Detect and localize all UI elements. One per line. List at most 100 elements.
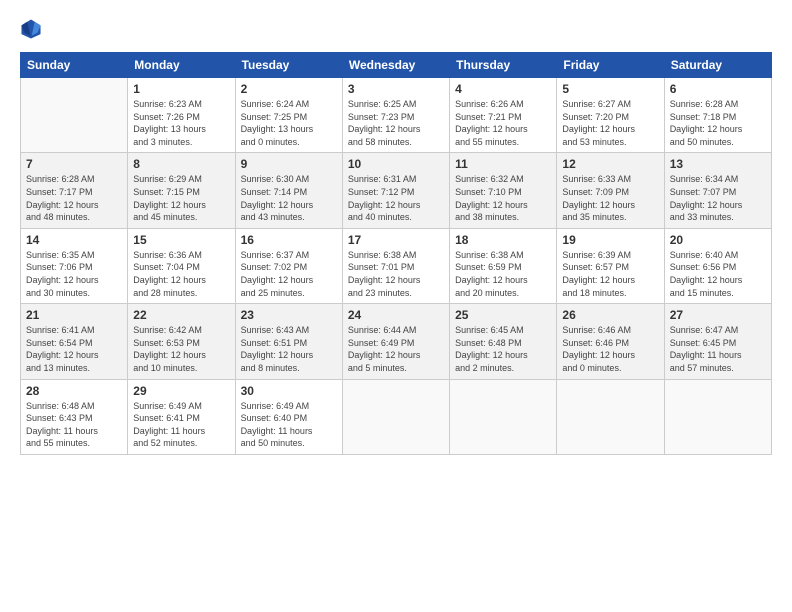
day-number: 20	[670, 233, 766, 247]
calendar-cell	[450, 379, 557, 454]
day-number: 4	[455, 82, 551, 96]
calendar-week-row: 1Sunrise: 6:23 AM Sunset: 7:26 PM Daylig…	[21, 78, 772, 153]
day-number: 2	[241, 82, 337, 96]
calendar-cell: 21 Sunrise: 6:41 AM Sunset: 6:54 PM Dayli…	[21, 304, 128, 379]
day-detail: Sunrise: 6:40 AM Sunset: 6:56 PM Dayligh…	[670, 249, 766, 299]
calendar-cell: 2 Sunrise: 6:24 AM Sunset: 7:25 PM Daylig…	[235, 78, 342, 153]
calendar-cell: 14 Sunrise: 6:35 AM Sunset: 7:06 PM Dayli…	[21, 228, 128, 303]
calendar-cell: 10 Sunrise: 6:31 AM Sunset: 7:12 PM Dayli…	[342, 153, 449, 228]
calendar-cell: 13 Sunrise: 6:34 AM Sunset: 7:07 PM Dayli…	[664, 153, 771, 228]
day-detail: Sunrise: 6:35 AM Sunset: 7:06 PM Dayligh…	[26, 249, 122, 299]
day-detail: Sunrise: 6:43 AM Sunset: 6:51 PM Dayligh…	[241, 324, 337, 374]
day-detail: Sunrise: 6:38 AM Sunset: 6:59 PM Dayligh…	[455, 249, 551, 299]
calendar-cell: 19 Sunrise: 6:39 AM Sunset: 6:57 PM Dayli…	[557, 228, 664, 303]
day-detail: Sunrise: 6:33 AM Sunset: 7:09 PM Dayligh…	[562, 173, 658, 223]
day-detail: Sunrise: 6:26 AM Sunset: 7:21 PM Dayligh…	[455, 98, 551, 148]
calendar-table: SundayMondayTuesdayWednesdayThursdayFrid…	[20, 52, 772, 455]
day-number: 9	[241, 157, 337, 171]
day-detail: Sunrise: 6:48 AM Sunset: 6:43 PM Dayligh…	[26, 400, 122, 450]
calendar-cell: 3 Sunrise: 6:25 AM Sunset: 7:23 PM Daylig…	[342, 78, 449, 153]
calendar-cell: 6 Sunrise: 6:28 AM Sunset: 7:18 PM Daylig…	[664, 78, 771, 153]
calendar-cell: 7Sunrise: 6:28 AM Sunset: 7:17 PM Daylig…	[21, 153, 128, 228]
day-number: 17	[348, 233, 444, 247]
calendar-cell: 30 Sunrise: 6:49 AM Sunset: 6:40 PM Dayli…	[235, 379, 342, 454]
calendar-cell: 11Sunrise: 6:32 AM Sunset: 7:10 PM Dayli…	[450, 153, 557, 228]
day-number: 24	[348, 308, 444, 322]
calendar-header-tuesday: Tuesday	[235, 53, 342, 78]
day-detail: Sunrise: 6:41 AM Sunset: 6:54 PM Dayligh…	[26, 324, 122, 374]
day-detail: Sunrise: 6:24 AM Sunset: 7:25 PM Dayligh…	[241, 98, 337, 148]
calendar-cell: 27 Sunrise: 6:47 AM Sunset: 6:45 PM Dayli…	[664, 304, 771, 379]
day-detail: Sunrise: 6:30 AM Sunset: 7:14 PM Dayligh…	[241, 173, 337, 223]
calendar-week-row: 21 Sunrise: 6:41 AM Sunset: 6:54 PM Dayli…	[21, 304, 772, 379]
day-number: 21	[26, 308, 122, 322]
day-number: 14	[26, 233, 122, 247]
calendar-header-friday: Friday	[557, 53, 664, 78]
day-number: 8	[133, 157, 229, 171]
calendar-cell: 4 Sunrise: 6:26 AM Sunset: 7:21 PM Daylig…	[450, 78, 557, 153]
calendar-cell	[21, 78, 128, 153]
calendar-header-thursday: Thursday	[450, 53, 557, 78]
calendar-header-wednesday: Wednesday	[342, 53, 449, 78]
day-number: 10	[348, 157, 444, 171]
day-detail: Sunrise: 6:39 AM Sunset: 6:57 PM Dayligh…	[562, 249, 658, 299]
day-detail: Sunrise: 6:27 AM Sunset: 7:20 PM Dayligh…	[562, 98, 658, 148]
day-number: 27	[670, 308, 766, 322]
calendar-cell: 20 Sunrise: 6:40 AM Sunset: 6:56 PM Dayli…	[664, 228, 771, 303]
day-number: 12	[562, 157, 658, 171]
day-number: 29	[133, 384, 229, 398]
calendar-cell: 26 Sunrise: 6:46 AM Sunset: 6:46 PM Dayli…	[557, 304, 664, 379]
day-number: 19	[562, 233, 658, 247]
day-number: 30	[241, 384, 337, 398]
calendar-cell: 12 Sunrise: 6:33 AM Sunset: 7:09 PM Dayli…	[557, 153, 664, 228]
calendar-cell: 1Sunrise: 6:23 AM Sunset: 7:26 PM Daylig…	[128, 78, 235, 153]
day-detail: Sunrise: 6:44 AM Sunset: 6:49 PM Dayligh…	[348, 324, 444, 374]
calendar-week-row: 7Sunrise: 6:28 AM Sunset: 7:17 PM Daylig…	[21, 153, 772, 228]
day-detail: Sunrise: 6:28 AM Sunset: 7:18 PM Dayligh…	[670, 98, 766, 148]
calendar-cell	[557, 379, 664, 454]
day-detail: Sunrise: 6:47 AM Sunset: 6:45 PM Dayligh…	[670, 324, 766, 374]
calendar-week-row: 28 Sunrise: 6:48 AM Sunset: 6:43 PM Dayli…	[21, 379, 772, 454]
calendar-cell: 23 Sunrise: 6:43 AM Sunset: 6:51 PM Dayli…	[235, 304, 342, 379]
day-detail: Sunrise: 6:49 AM Sunset: 6:41 PM Dayligh…	[133, 400, 229, 450]
calendar-cell	[342, 379, 449, 454]
day-number: 28	[26, 384, 122, 398]
calendar-cell	[664, 379, 771, 454]
calendar-cell: 15Sunrise: 6:36 AM Sunset: 7:04 PM Dayli…	[128, 228, 235, 303]
page: SundayMondayTuesdayWednesdayThursdayFrid…	[0, 0, 792, 612]
calendar-cell: 22Sunrise: 6:42 AM Sunset: 6:53 PM Dayli…	[128, 304, 235, 379]
calendar-header-sunday: Sunday	[21, 53, 128, 78]
day-detail: Sunrise: 6:28 AM Sunset: 7:17 PM Dayligh…	[26, 173, 122, 223]
header	[20, 18, 772, 40]
calendar-cell: 16 Sunrise: 6:37 AM Sunset: 7:02 PM Dayli…	[235, 228, 342, 303]
day-number: 3	[348, 82, 444, 96]
calendar-header-row: SundayMondayTuesdayWednesdayThursdayFrid…	[21, 53, 772, 78]
logo	[20, 18, 46, 40]
day-detail: Sunrise: 6:32 AM Sunset: 7:10 PM Dayligh…	[455, 173, 551, 223]
day-detail: Sunrise: 6:37 AM Sunset: 7:02 PM Dayligh…	[241, 249, 337, 299]
logo-icon	[20, 18, 42, 40]
calendar-cell: 17 Sunrise: 6:38 AM Sunset: 7:01 PM Dayli…	[342, 228, 449, 303]
day-detail: Sunrise: 6:38 AM Sunset: 7:01 PM Dayligh…	[348, 249, 444, 299]
calendar-cell: 24 Sunrise: 6:44 AM Sunset: 6:49 PM Dayli…	[342, 304, 449, 379]
calendar-header-saturday: Saturday	[664, 53, 771, 78]
day-number: 18	[455, 233, 551, 247]
day-detail: Sunrise: 6:29 AM Sunset: 7:15 PM Dayligh…	[133, 173, 229, 223]
day-detail: Sunrise: 6:49 AM Sunset: 6:40 PM Dayligh…	[241, 400, 337, 450]
day-number: 16	[241, 233, 337, 247]
day-number: 26	[562, 308, 658, 322]
calendar-header-monday: Monday	[128, 53, 235, 78]
calendar-cell: 9 Sunrise: 6:30 AM Sunset: 7:14 PM Daylig…	[235, 153, 342, 228]
calendar-cell: 18 Sunrise: 6:38 AM Sunset: 6:59 PM Dayli…	[450, 228, 557, 303]
day-number: 23	[241, 308, 337, 322]
day-detail: Sunrise: 6:46 AM Sunset: 6:46 PM Dayligh…	[562, 324, 658, 374]
day-number: 1	[133, 82, 229, 96]
calendar-cell: 5 Sunrise: 6:27 AM Sunset: 7:20 PM Daylig…	[557, 78, 664, 153]
day-number: 5	[562, 82, 658, 96]
day-detail: Sunrise: 6:25 AM Sunset: 7:23 PM Dayligh…	[348, 98, 444, 148]
day-detail: Sunrise: 6:34 AM Sunset: 7:07 PM Dayligh…	[670, 173, 766, 223]
day-number: 13	[670, 157, 766, 171]
day-detail: Sunrise: 6:42 AM Sunset: 6:53 PM Dayligh…	[133, 324, 229, 374]
day-number: 6	[670, 82, 766, 96]
day-detail: Sunrise: 6:31 AM Sunset: 7:12 PM Dayligh…	[348, 173, 444, 223]
